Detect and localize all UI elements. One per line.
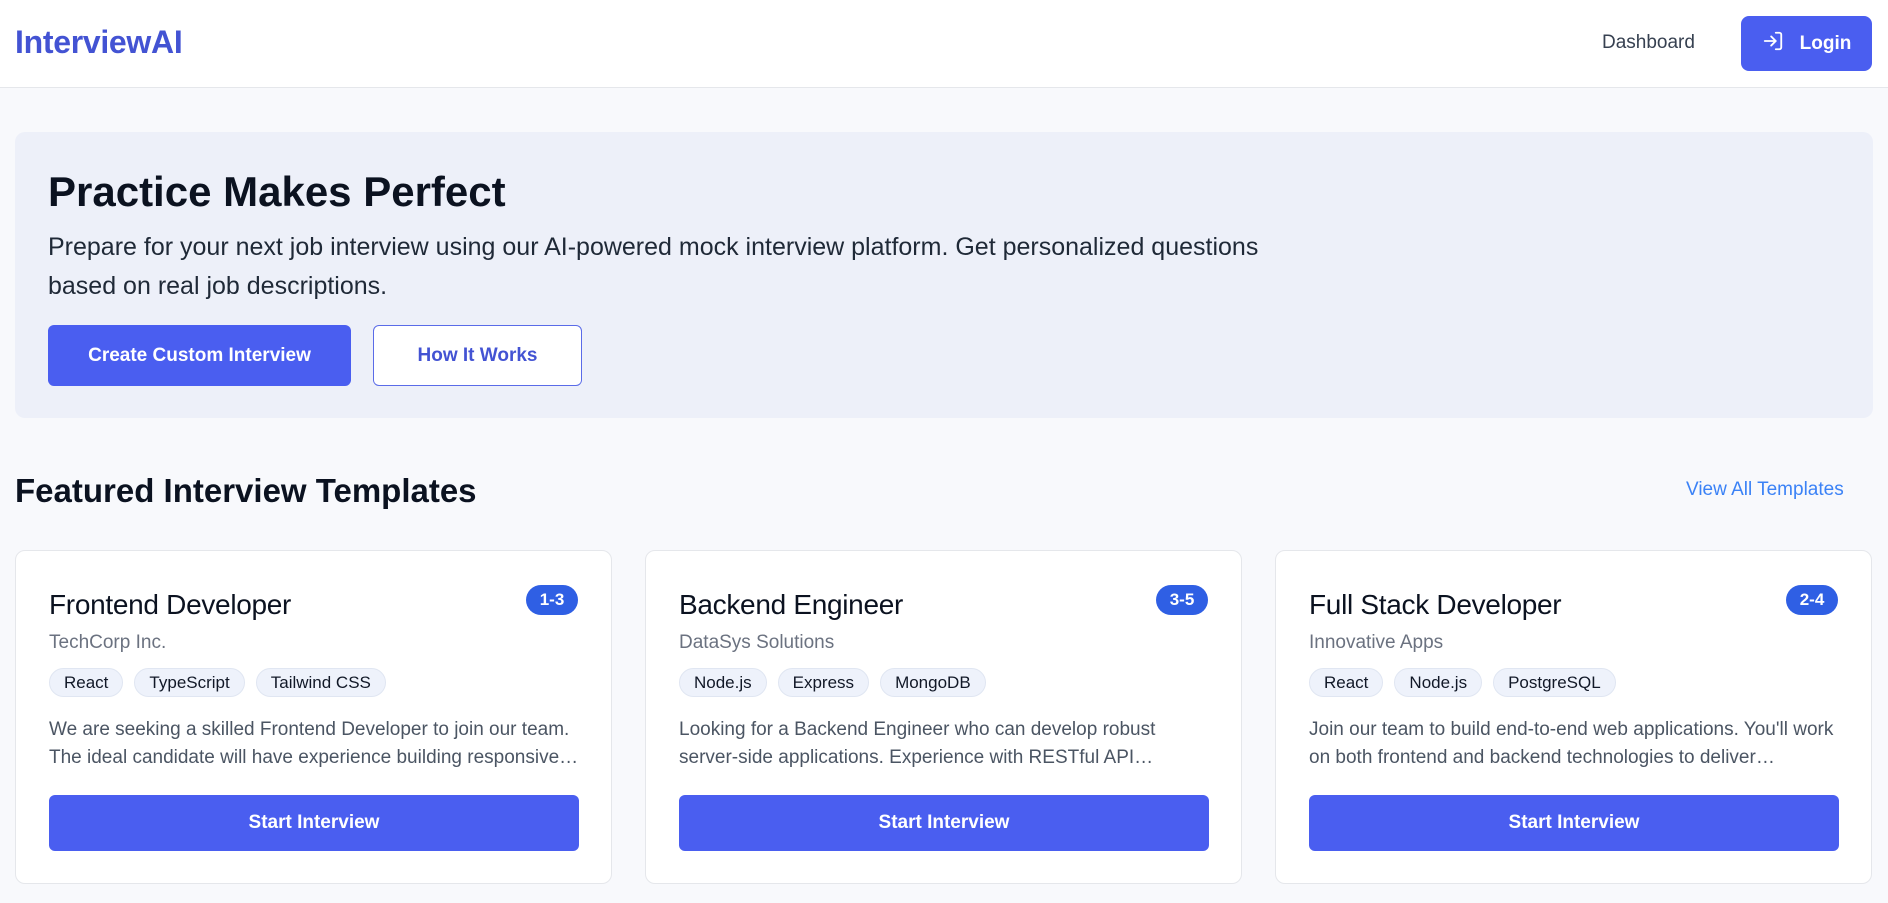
template-card-fullstack: Full Stack Developer 2-4 Innovative Apps…: [1275, 550, 1872, 884]
skill-tag: Node.js: [1394, 668, 1483, 697]
skill-tag: PostgreSQL: [1493, 668, 1616, 697]
start-interview-button[interactable]: Start Interview: [49, 795, 579, 851]
skill-tag: Express: [777, 668, 870, 697]
skill-tag: Tailwind CSS: [255, 668, 386, 697]
experience-badge: 2-4: [1786, 585, 1838, 615]
company-name: DataSys Solutions: [679, 632, 835, 653]
experience-badge: 1-3: [526, 585, 578, 615]
create-custom-interview-button[interactable]: Create Custom Interview: [48, 325, 351, 386]
skill-tag: React: [1309, 668, 1384, 697]
login-arrow-icon: [1762, 30, 1784, 58]
card-title: Backend Engineer: [679, 589, 904, 620]
template-card-frontend: Frontend Developer 1-3 TechCorp Inc. Rea…: [15, 550, 612, 884]
card-description: Join our team to build end-to-end web ap…: [1309, 719, 1834, 768]
hero-title: Practice Makes Perfect: [48, 168, 506, 215]
skill-tag: TypeScript: [134, 668, 245, 697]
skill-tag: Node.js: [679, 668, 767, 697]
nav-dashboard-link[interactable]: Dashboard: [1602, 32, 1695, 54]
view-all-templates-link[interactable]: View All Templates: [1686, 479, 1844, 501]
skill-tags: React Node.js PostgreSQL: [1309, 668, 1616, 697]
skill-tags: React TypeScript Tailwind CSS: [49, 668, 386, 697]
company-name: Innovative Apps: [1309, 632, 1444, 653]
hero-section: Practice Makes Perfect Prepare for your …: [15, 132, 1873, 418]
skill-tag: React: [49, 668, 124, 697]
card-description: We are seeking a skilled Frontend Develo…: [49, 719, 579, 768]
how-it-works-button[interactable]: How It Works: [373, 325, 582, 386]
skill-tag: MongoDB: [880, 668, 986, 697]
experience-badge: 3-5: [1156, 585, 1208, 615]
login-label: Login: [1799, 32, 1852, 54]
company-name: TechCorp Inc.: [49, 632, 167, 653]
skill-tags: Node.js Express MongoDB: [679, 668, 986, 697]
start-interview-button[interactable]: Start Interview: [679, 795, 1209, 851]
featured-section-title: Featured Interview Templates: [15, 472, 477, 509]
navbar: InterviewAI Dashboard Login: [0, 0, 1888, 88]
start-interview-button[interactable]: Start Interview: [1309, 795, 1839, 851]
card-title: Full Stack Developer: [1309, 589, 1562, 620]
brand-logo[interactable]: InterviewAI: [15, 24, 183, 61]
template-card-backend: Backend Engineer 3-5 DataSys Solutions N…: [645, 550, 1242, 884]
hero-description: Prepare for your next job interview usin…: [48, 233, 1259, 300]
login-button[interactable]: Login: [1741, 16, 1872, 71]
card-description: Looking for a Backend Engineer who can d…: [679, 719, 1156, 768]
card-title: Frontend Developer: [49, 589, 292, 620]
